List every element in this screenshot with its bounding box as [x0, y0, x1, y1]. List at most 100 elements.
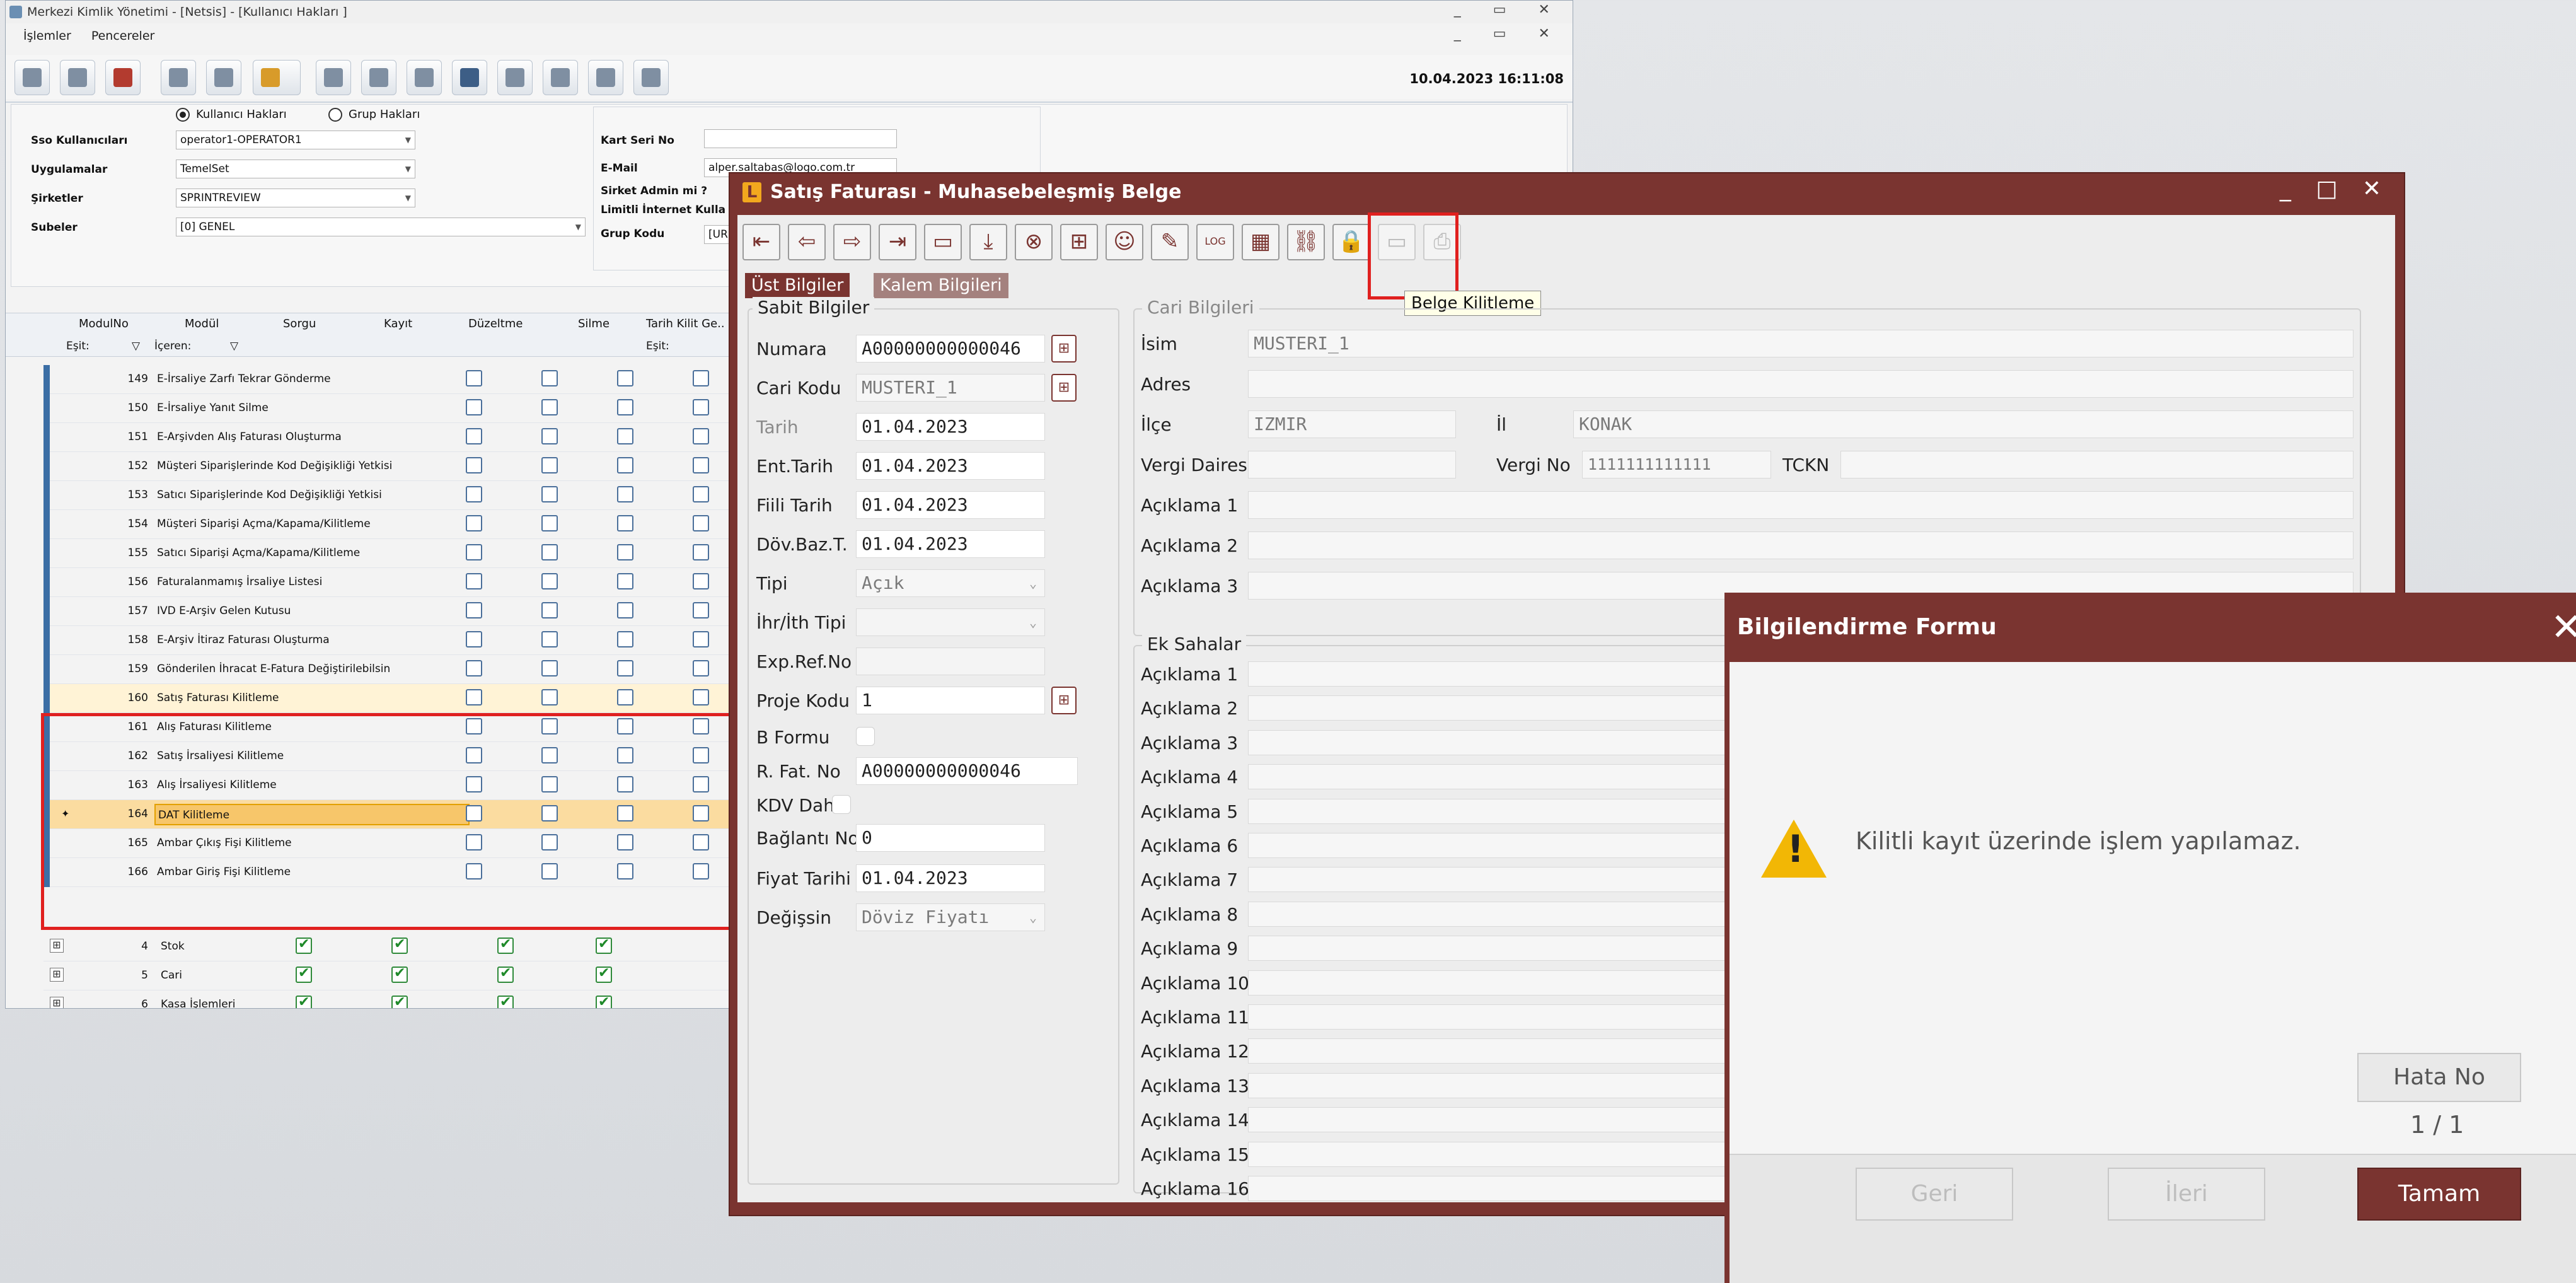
lock-icon[interactable]: 🔒 [1332, 224, 1370, 260]
proje-input[interactable]: 1 [856, 687, 1045, 714]
permission-checkbox[interactable] [497, 936, 514, 954]
ilce-input[interactable]: IZMIR [1248, 410, 1456, 438]
expref-input[interactable] [856, 647, 1045, 675]
permission-checkbox[interactable] [541, 631, 558, 647]
isim-input[interactable]: MUSTERI_1 [1248, 330, 2354, 357]
permission-checkbox[interactable] [596, 936, 612, 954]
col-modul[interactable]: Modül [185, 317, 219, 330]
permission-checkbox[interactable] [497, 994, 514, 1008]
picker-icon[interactable]: ⊞ [1051, 335, 1077, 363]
permission-checkbox[interactable] [617, 689, 633, 705]
toolbar-save-icon[interactable] [452, 60, 487, 95]
chevron-down-icon[interactable]: ⌄ [1029, 904, 1037, 931]
next-record-icon[interactable]: ⇨ [833, 224, 871, 260]
tipi-input[interactable]: Açık ⌄ [856, 569, 1045, 597]
aciklama2-input[interactable] [1248, 531, 2354, 559]
sso-select[interactable]: operator1-OPERATOR1 ▼ [176, 131, 415, 149]
user-icon[interactable]: ☺ [1106, 224, 1143, 260]
permission-checkbox[interactable] [693, 573, 709, 589]
permission-checkbox[interactable] [617, 602, 633, 618]
permission-checkbox[interactable] [693, 428, 709, 444]
baglanti-input[interactable]: 0 [856, 824, 1045, 852]
menu-islemler[interactable]: İşlemler [23, 29, 71, 43]
tab-ust-bilgiler[interactable]: Üst Bilgiler [745, 273, 850, 298]
permission-checkbox[interactable] [541, 544, 558, 560]
permission-checkbox[interactable] [466, 486, 482, 502]
permission-checkbox[interactable] [693, 515, 709, 531]
permission-checkbox[interactable] [541, 602, 558, 618]
permission-checkbox[interactable] [466, 660, 482, 676]
permission-checkbox[interactable] [596, 965, 612, 983]
folder-icon[interactable]: ▭ [924, 224, 962, 260]
il-input[interactable]: KONAK [1573, 410, 2354, 438]
permission-checkbox[interactable] [541, 428, 558, 444]
permission-checkbox[interactable] [391, 965, 408, 983]
expand-icon[interactable]: ⊞ [50, 968, 64, 982]
permission-checkbox[interactable] [466, 515, 482, 531]
delete-icon[interactable]: ⊗ [1015, 224, 1053, 260]
prev-record-icon[interactable]: ⇦ [788, 224, 826, 260]
toolbar-user-icon[interactable] [161, 60, 196, 95]
picker-icon[interactable]: ⊞ [1051, 687, 1077, 714]
toolbar-netsis-icon[interactable] [105, 60, 141, 95]
vergi_dairesi-input[interactable] [1248, 451, 1456, 479]
filter-funnel-icon[interactable]: ▽ [230, 340, 238, 352]
col-modulno[interactable]: ModulNo [79, 317, 129, 330]
permission-checkbox[interactable] [541, 689, 558, 705]
toolbar-open-icon[interactable] [60, 60, 95, 95]
permission-checkbox[interactable] [391, 936, 408, 954]
permission-checkbox[interactable] [541, 370, 558, 386]
permission-checkbox[interactable] [596, 994, 612, 1008]
first-record-icon[interactable]: ⇤ [742, 224, 780, 260]
col-kayit[interactable]: Kayıt [384, 317, 412, 330]
card-serial-input[interactable] [704, 129, 897, 148]
permission-checkbox[interactable] [296, 936, 312, 954]
permission-checkbox[interactable] [693, 689, 709, 705]
permission-checkbox[interactable] [693, 399, 709, 415]
toolbar-users-icon[interactable] [206, 60, 241, 95]
permission-checkbox[interactable] [541, 660, 558, 676]
permission-checkbox[interactable] [541, 573, 558, 589]
aciklama1-input[interactable] [1248, 491, 2354, 519]
col-sorgu[interactable]: Sorgu [283, 317, 316, 330]
apps-select[interactable]: TemelSet ▼ [176, 160, 415, 178]
ihr-input[interactable]: ⌄ [856, 608, 1045, 636]
permission-checkbox[interactable] [466, 457, 482, 473]
permission-checkbox[interactable] [497, 965, 514, 983]
toolbar-group-icon[interactable] [361, 60, 396, 95]
filter-funnel-icon[interactable]: ▽ [132, 340, 140, 352]
permission-checkbox[interactable] [466, 689, 482, 705]
permission-checkbox[interactable] [693, 486, 709, 502]
add-icon[interactable]: ⊞ [1060, 224, 1098, 260]
kdv-checkbox[interactable] [832, 795, 851, 814]
menu-pencereler[interactable]: Pencereler [91, 29, 155, 43]
col-silme[interactable]: Silme [578, 317, 609, 330]
window-controls[interactable]: _ □ ✕ [2280, 176, 2390, 202]
next-button[interactable]: İleri [2108, 1168, 2265, 1221]
download-icon[interactable]: ⤓ [969, 224, 1007, 260]
tarih-input[interactable]: 01.04.2023 [856, 413, 1045, 441]
adres-input[interactable] [1248, 370, 2354, 398]
degissin-input[interactable]: Döviz Fiyatı ⌄ [856, 903, 1045, 931]
permission-checkbox[interactable] [466, 428, 482, 444]
fiyat_tarihi-input[interactable]: 01.04.2023 [856, 864, 1045, 892]
mdi-controls[interactable]: _ ▭ ✕ [1454, 26, 1564, 42]
error-no-button[interactable]: Hata No [2357, 1053, 2521, 1102]
cari_kodu-input[interactable]: MUSTERI_1 [856, 374, 1045, 402]
permission-checkbox[interactable] [693, 631, 709, 647]
permission-checkbox[interactable] [466, 399, 482, 415]
dov_baz-input[interactable]: 01.04.2023 [856, 530, 1045, 558]
log-icon[interactable]: LOG [1196, 224, 1234, 260]
last-record-icon[interactable]: ⇥ [879, 224, 916, 260]
toolbar-export-icon[interactable] [543, 60, 578, 95]
link-icon[interactable]: ⛓ [1287, 224, 1325, 260]
permission-checkbox[interactable] [466, 602, 482, 618]
bformu-checkbox[interactable] [856, 727, 875, 746]
branches-select[interactable]: [0] GENEL ▼ [176, 218, 586, 236]
permission-checkbox[interactable] [693, 457, 709, 473]
col-tarih-kilit[interactable]: Tarih Kilit Ge.. [646, 317, 725, 330]
companies-select[interactable]: SPRINTREVIEW ▼ [176, 189, 415, 207]
permission-checkbox[interactable] [617, 573, 633, 589]
permission-checkbox[interactable] [617, 660, 633, 676]
permission-checkbox[interactable] [466, 573, 482, 589]
